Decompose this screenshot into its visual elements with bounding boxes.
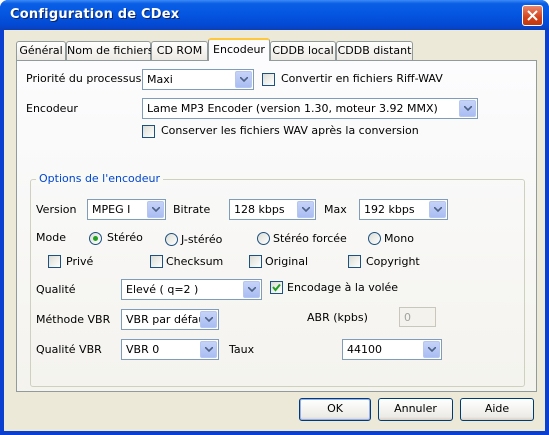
sample-rate-select[interactable]: 44100 [342, 339, 442, 360]
convert-riff-label: Convertir en fichiers Riff-WAV [281, 72, 443, 85]
dialog-body: Général Nom de fichiers CD ROM Encodeur … [4, 30, 545, 431]
chevron-down-icon [297, 201, 314, 218]
chevron-down-icon [200, 341, 217, 358]
mode-radio-jstereo[interactable] [165, 233, 178, 246]
private-checkbox[interactable] [48, 255, 61, 268]
checkmark-icon [272, 283, 281, 292]
original-label: Original [265, 255, 309, 268]
mode-radio-stereo-label: Stéréo [107, 231, 143, 244]
mode-radio-mono-label: Mono [384, 232, 414, 245]
title-bar[interactable]: Configuration de CDex [0, 0, 549, 30]
abr-label: ABR (kpbs) [307, 311, 368, 324]
vbr-method-label: Méthode VBR [36, 313, 111, 326]
vbr-quality-select[interactable]: VBR 0 [121, 339, 219, 360]
mode-radio-forced-stereo[interactable] [257, 232, 270, 245]
encoder-options-title: Options de l'encodeur [36, 172, 164, 185]
checksum-checkbox[interactable] [150, 255, 163, 268]
vbr-method-select[interactable]: VBR par défaut [121, 309, 219, 330]
original-checkbox[interactable] [249, 255, 262, 268]
tab-nom-de-fichiers[interactable]: Nom de fichiers [66, 41, 153, 60]
encoder-label: Encodeur [26, 102, 78, 115]
mode-radio-jstereo-label: J-stéréo [181, 233, 223, 246]
copyright-label: Copyright [366, 255, 420, 268]
encoder-value: Lame MP3 Encoder (version 1.30, moteur 3… [147, 102, 438, 115]
tab-cddb-local[interactable]: CDDB local [270, 41, 336, 60]
rate-label: Taux [229, 343, 255, 356]
cancel-button[interactable]: Annuler [378, 398, 453, 421]
encoder-panel: Priorité du processus Maxi Convertir en … [16, 60, 537, 392]
priority-select[interactable]: Maxi [142, 69, 254, 90]
vbr-method-value: VBR par défaut [126, 313, 210, 326]
priority-value: Maxi [147, 73, 173, 86]
tab-general[interactable]: Général [16, 41, 66, 60]
version-label: Version [36, 203, 77, 216]
vbr-quality-label: Qualité VBR [36, 343, 102, 356]
on-the-fly-label: Encodage à la volée [287, 281, 399, 294]
tab-cd-rom[interactable]: CD ROM [151, 41, 208, 60]
dialog-window: Configuration de CDex Général Nom de fic… [0, 0, 549, 435]
quality-value: Elevé ( q=2 ) [126, 283, 199, 296]
priority-label: Priorité du processus [26, 72, 142, 85]
convert-riff-checkbox[interactable] [262, 73, 275, 86]
bitrate-label: Bitrate [173, 203, 211, 216]
bitrate-select[interactable]: 128 kbps [229, 199, 316, 220]
chevron-down-icon [243, 281, 260, 298]
ok-button[interactable]: OK [299, 398, 371, 421]
on-the-fly-checkbox[interactable] [270, 281, 283, 294]
chevron-down-icon [459, 100, 476, 117]
radio-selected-dot [93, 236, 98, 241]
mode-radio-stereo[interactable] [89, 232, 102, 245]
bitrate-value: 128 kbps [234, 203, 285, 216]
tab-cddb-distant[interactable]: CDDB distant [336, 41, 413, 60]
chevron-down-icon [200, 311, 217, 328]
tab-encodeur[interactable]: Encodeur [208, 38, 270, 61]
checksum-label: Checksum [166, 255, 224, 268]
abr-value: 0 [404, 311, 411, 324]
mode-label: Mode [36, 231, 66, 244]
keep-wav-label: Conserver les fichiers WAV après la conv… [161, 124, 419, 137]
vbr-quality-value: VBR 0 [126, 343, 160, 356]
quality-select[interactable]: Elevé ( q=2 ) [121, 279, 262, 300]
keep-wav-checkbox[interactable] [142, 125, 155, 138]
copyright-checkbox[interactable] [348, 255, 361, 268]
max-bitrate-value: 192 kbps [364, 203, 415, 216]
chevron-down-icon [235, 71, 252, 88]
version-value: MPEG I [92, 203, 131, 216]
chevron-down-icon [147, 201, 164, 218]
abr-input[interactable]: 0 [399, 307, 436, 327]
window-title: Configuration de CDex [10, 7, 180, 22]
chevron-down-icon [429, 201, 446, 218]
close-button[interactable] [522, 5, 543, 26]
quality-label: Qualité [36, 283, 76, 296]
close-icon [527, 10, 538, 21]
max-label: Max [324, 203, 347, 216]
version-select[interactable]: MPEG I [87, 199, 166, 220]
chevron-down-icon [423, 341, 440, 358]
help-button[interactable]: Aide [460, 398, 534, 421]
private-label: Privé [66, 255, 94, 268]
mode-radio-mono[interactable] [368, 232, 381, 245]
sample-rate-value: 44100 [347, 343, 382, 356]
mode-radio-forced-stereo-label: Stéréo forcée [273, 232, 347, 245]
max-bitrate-select[interactable]: 192 kbps [359, 199, 448, 220]
encoder-select[interactable]: Lame MP3 Encoder (version 1.30, moteur 3… [142, 98, 478, 119]
